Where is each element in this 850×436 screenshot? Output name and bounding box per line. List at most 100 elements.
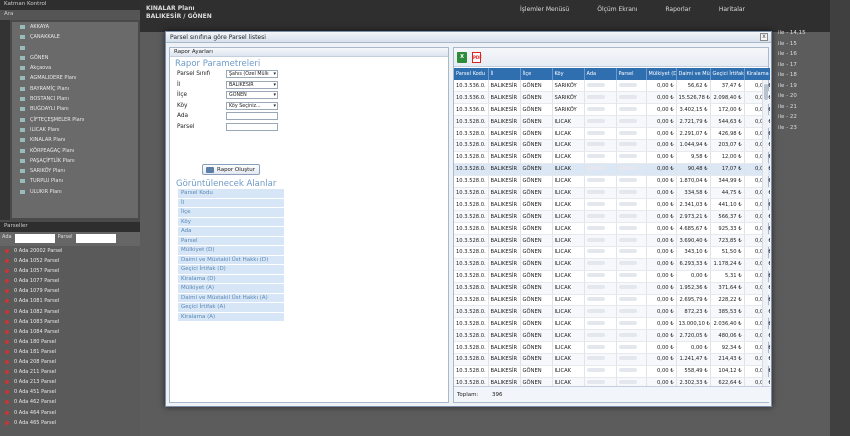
list-item[interactable]: 0 Ada 1081 Parsel	[0, 296, 140, 306]
list-item[interactable]: 0 Ada 180 Parsel	[0, 337, 140, 347]
list-item[interactable]: 0 Ada 211 Parsel	[0, 367, 140, 377]
visible-field-item[interactable]: Kiralama (D)	[178, 274, 284, 284]
list-item[interactable]: 0 Ada 208 Parsel	[0, 357, 140, 367]
table-row[interactable]: 10.3.528.0. BALIKESİR GÖNEN ILICAK 0,00 ₺ 13.…	[454, 317, 770, 331]
table-row[interactable]: 10.3.528.0. BALIKESİR GÖNEN ILICAK 0,00 ₺ 2.3…	[454, 377, 770, 386]
list-item[interactable]: 0 Ada 1084 Parsel	[0, 327, 140, 337]
table-row[interactable]: 10.3.528.0. BALIKESİR GÖNEN ILICAK 0,00 ₺ 6.2…	[454, 258, 770, 271]
zoom-level-item[interactable]: ile - 16	[778, 51, 830, 62]
table-row[interactable]: 10.3.528.0. BALIKESİR GÖNEN ILICAK 0,00 ₺ 2.6…	[454, 294, 770, 307]
dialog-title-bar[interactable]: Parsel sınıfına göre Parsel listesi x	[166, 32, 771, 43]
table-row[interactable]: 10.3.528.0. BALIKESİR GÖNEN ILICAK 0,00 ₺ 2.7…	[454, 115, 770, 129]
list-item[interactable]: 0 Ada 1052 Parsel	[0, 256, 140, 266]
tree-item[interactable]: BAYRAMİÇ Planı	[12, 84, 138, 94]
list-item[interactable]: 0 Ada 1082 Parsel	[0, 307, 140, 317]
param-select[interactable]: BALIKESİR	[226, 80, 278, 89]
table-row[interactable]: 10.3.536.0. BALIKESİR GÖNEN SARIKÖY 0,00 ₺ 56…	[454, 80, 770, 93]
list-item[interactable]: 0 Ada 1079 Parsel	[0, 286, 140, 296]
zoom-level-item[interactable]: ile - 21	[778, 104, 830, 115]
table-row[interactable]: 10.3.528.0. BALIKESİR GÖNEN ILICAK 0,00 ₺ 1.0…	[454, 139, 770, 152]
column-header[interactable]: Geçici İrtifak	[710, 68, 745, 80]
visible-field-item[interactable]: Kiralama (A)	[178, 312, 284, 322]
visible-field-item[interactable]: Parsel	[178, 236, 284, 246]
zoom-level-item[interactable]: ile - 23	[778, 125, 830, 136]
visible-field-item[interactable]: İlçe	[178, 208, 284, 218]
table-row[interactable]: 10.3.528.0. BALIKESİR GÖNEN ILICAK 0,00 ₺ 2.9…	[454, 210, 770, 224]
column-header[interactable]: İlçe	[520, 68, 553, 80]
column-header[interactable]: Mülkiyet (D)	[646, 68, 677, 80]
create-report-button[interactable]: Rapor Oluştur	[202, 164, 261, 175]
table-row[interactable]: 10.3.528.0. BALIKESİR GÖNEN ILICAK 0,00 ₺ 558…	[454, 365, 770, 378]
list-item[interactable]: 0 Ada 1077 Parsel	[0, 276, 140, 286]
table-row[interactable]: 10.3.528.0. BALIKESİR GÖNEN ILICAK 0,00 ₺ 4.6…	[454, 222, 770, 236]
list-item[interactable]: 0 Ada 465 Parsel	[0, 418, 140, 428]
parcels-ada-input[interactable]	[14, 234, 55, 243]
table-row[interactable]: 10.3.528.0. BALIKESİR GÖNEN ILICAK 0,00 ₺ 1.2…	[454, 353, 770, 366]
column-header[interactable]: Kiralama (D)	[744, 68, 770, 80]
table-row[interactable]: 10.3.528.0. BALIKESİR GÖNEN ILICAK 0,00 ₺ 90,…	[454, 163, 770, 176]
layer-tree[interactable]: AKKAYA ÇANAKKALE GÖNEN Akçaova AGMALIDERE Pl…	[12, 22, 138, 218]
list-item[interactable]: 0 Ada 1057 Parsel	[0, 266, 140, 276]
visible-field-item[interactable]: Mülkiyet (A)	[178, 284, 284, 294]
tree-item[interactable]: GÖNEN	[12, 53, 138, 63]
scrollbar-thumb[interactable]	[764, 84, 768, 100]
layers-vertical-tabs[interactable]	[0, 20, 10, 220]
tree-item[interactable]: AGMALIDERE Planı	[12, 73, 138, 83]
tree-item[interactable]: KINALAR Planı	[12, 135, 138, 145]
zoom-level-item[interactable]: ile - 20	[778, 93, 830, 104]
visible-field-item[interactable]: Geçici İrtifak (D)	[178, 265, 284, 275]
tree-item[interactable]: ILICAK Planı	[12, 125, 138, 135]
list-item[interactable]: 0 Ada 451 Parsel	[0, 387, 140, 397]
tree-item[interactable]: Akçaova	[12, 63, 138, 73]
visible-field-item[interactable]: Daimi ve Müstakil Üst Hakkı (D)	[178, 255, 284, 265]
tree-item[interactable]: ULUKIR Planı	[12, 187, 138, 197]
tree-item[interactable]: BOSTANCI Planı	[12, 94, 138, 104]
visible-field-item[interactable]: İl	[178, 198, 284, 208]
list-item[interactable]: 0 Ada 462 Parsel	[0, 397, 140, 407]
column-header[interactable]: Parsel Kodu	[454, 68, 489, 80]
zoom-level-item[interactable]: ile - 14,15	[778, 30, 830, 41]
topbar-menu-item[interactable]: İşlemler Menüsü	[520, 6, 569, 13]
zoom-level-item[interactable]: ile - 17	[778, 62, 830, 73]
list-item[interactable]: 0 Ada 20002 Parsel	[0, 246, 140, 256]
zoom-level-item[interactable]: ile - 18	[778, 72, 830, 83]
list-item[interactable]: 0 Ada 1083 Parsel	[0, 317, 140, 327]
tree-item[interactable]: SARIKÖY Planı	[12, 166, 138, 176]
tree-item[interactable]	[12, 43, 138, 53]
table-row[interactable]: 10.3.528.0. BALIKESİR GÖNEN ILICAK 0,00 ₺ 334…	[454, 187, 770, 200]
table-row[interactable]: 10.3.528.0. BALIKESİR GÖNEN ILICAK 0,00 ₺ 3.6…	[454, 234, 770, 247]
right-toolbar[interactable]	[830, 0, 850, 436]
visible-field-item[interactable]: Mülkiyet (D)	[178, 246, 284, 256]
column-header[interactable]: İl	[488, 68, 521, 80]
zoom-scale-list[interactable]: ile - 14,15 ile - 15 ile - 16 ile - 17 ile -…	[778, 30, 830, 135]
table-row[interactable]: 10.3.528.0. BALIKESİR GÖNEN ILICAK 0,00 ₺ 2.7…	[454, 329, 770, 343]
parcels-list[interactable]: 0 Ada 20002 Parsel 0 Ada 1052 Parsel 0 Ada…	[0, 246, 140, 428]
zoom-level-item[interactable]: ile - 19	[778, 83, 830, 94]
column-header[interactable]: Ada	[584, 68, 617, 80]
table-row[interactable]: 10.3.528.0. BALIKESİR GÖNEN ILICAK 0,00 ₺ 0,0…	[454, 341, 770, 354]
table-row[interactable]: 10.3.528.0. BALIKESİR GÖNEN ILICAK 0,00 ₺ 343…	[454, 246, 770, 259]
column-header[interactable]: Parsel	[616, 68, 647, 80]
zoom-level-item[interactable]: ile - 15	[778, 41, 830, 52]
list-item[interactable]: 0 Ada 181 Parsel	[0, 347, 140, 357]
table-row[interactable]: 10.3.528.0. BALIKESİR GÖNEN ILICAK 0,00 ₺ 1.8…	[454, 175, 770, 188]
parcels-parsel-input[interactable]	[75, 234, 116, 243]
param-select[interactable]: Şahıs (Özel Mülk	[226, 70, 278, 79]
pdf-export-icon[interactable]: PDF	[472, 52, 482, 63]
tree-item[interactable]: PAŞAÇİFTLİK Planı	[12, 156, 138, 166]
visible-field-item[interactable]: Ada	[178, 227, 284, 237]
visible-field-item[interactable]: Geçici İrtifak (A)	[178, 303, 284, 313]
table-row[interactable]: 10.3.528.0. BALIKESİR GÖNEN ILICAK 0,00 ₺ 9,5…	[454, 151, 770, 164]
tree-item[interactable]: ÇANAKKALE	[12, 32, 138, 42]
zoom-level-item[interactable]: ile - 22	[778, 114, 830, 125]
close-icon[interactable]: x	[760, 33, 768, 41]
topbar-menu-item[interactable]: Haritalar	[719, 6, 745, 13]
tree-item[interactable]: AKKAYA	[12, 22, 138, 32]
tree-item[interactable]: TURPLU Planı	[12, 176, 138, 186]
param-select[interactable]: Köy Seçiniz...	[226, 101, 278, 110]
table-row[interactable]: 10.3.528.0. BALIKESİR GÖNEN ILICAK 0,00 ₺ 1.9…	[454, 282, 770, 295]
visible-field-item[interactable]: Parsel Kodu	[178, 189, 284, 199]
table-row[interactable]: 10.3.528.0. BALIKESİR GÖNEN ILICAK 0,00 ₺ 2.2…	[454, 127, 770, 140]
param-select[interactable]: GÖNEN	[226, 91, 278, 100]
list-item[interactable]: 0 Ada 213 Parsel	[0, 377, 140, 387]
